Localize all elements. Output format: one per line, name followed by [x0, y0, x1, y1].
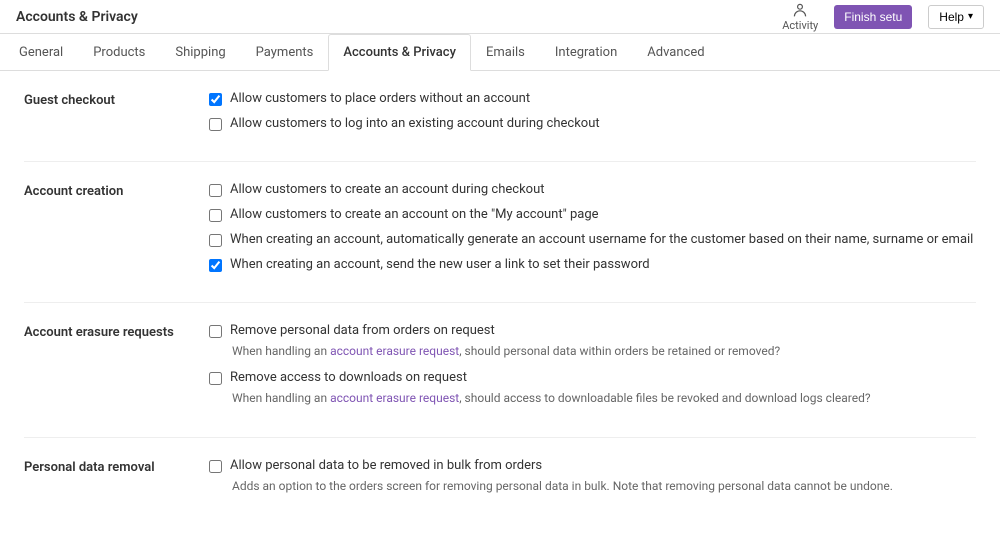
- divider-2: [24, 302, 976, 303]
- guest-checkout-options: Allow customers to place orders without …: [209, 91, 976, 141]
- place-orders-label: Allow customers to place orders without …: [230, 91, 530, 106]
- tabs-bar: General Products Shipping Payments Accou…: [0, 34, 1000, 71]
- guest-checkout-label: Guest checkout: [24, 91, 209, 108]
- tab-emails[interactable]: Emails: [471, 34, 540, 71]
- account-erasure-section: Account erasure requests Remove personal…: [24, 323, 976, 417]
- place-orders-row[interactable]: Allow customers to place orders without …: [209, 91, 976, 106]
- auto-generate-row[interactable]: When creating an account, automatically …: [209, 232, 976, 247]
- remove-downloads-checkbox[interactable]: [209, 372, 222, 385]
- activity-button[interactable]: Activity: [782, 2, 818, 32]
- guest-checkout-section: Guest checkout Allow customers to place …: [24, 91, 976, 141]
- tab-advanced[interactable]: Advanced: [632, 34, 719, 71]
- remove-orders-subtext: When handling an account erasure request…: [209, 344, 976, 358]
- remove-downloads-label: Remove access to downloads on request: [230, 370, 467, 385]
- account-creation-section: Account creation Allow customers to crea…: [24, 182, 976, 282]
- create-checkout-label: Allow customers to create an account dur…: [230, 182, 545, 197]
- auto-generate-label: When creating an account, automatically …: [230, 232, 973, 247]
- send-link-label: When creating an account, send the new u…: [230, 257, 650, 272]
- tab-general[interactable]: General: [4, 34, 78, 71]
- create-my-account-checkbox[interactable]: [209, 209, 222, 222]
- remove-downloads-row[interactable]: Remove access to downloads on request: [209, 370, 976, 385]
- send-link-row[interactable]: When creating an account, send the new u…: [209, 257, 976, 272]
- erasure-request-link-2[interactable]: account erasure request: [330, 391, 459, 405]
- log-into-checkbox[interactable]: [209, 118, 222, 131]
- tab-shipping[interactable]: Shipping: [160, 34, 240, 71]
- help-button[interactable]: Help ▾: [928, 5, 984, 29]
- create-checkout-row[interactable]: Allow customers to create an account dur…: [209, 182, 976, 197]
- log-into-label: Allow customers to log into an existing …: [230, 116, 600, 131]
- erasure-request-link-1[interactable]: account erasure request: [330, 344, 459, 358]
- create-my-account-label: Allow customers to create an account on …: [230, 207, 599, 222]
- account-erasure-label: Account erasure requests: [24, 323, 209, 340]
- finish-setup-button[interactable]: Finish setu: [834, 5, 912, 29]
- remove-orders-checkbox[interactable]: [209, 325, 222, 338]
- account-creation-label: Account creation: [24, 182, 209, 199]
- auto-generate-checkbox[interactable]: [209, 234, 222, 247]
- tab-products[interactable]: Products: [78, 34, 160, 71]
- bulk-remove-checkbox[interactable]: [209, 460, 222, 473]
- tab-payments[interactable]: Payments: [241, 34, 329, 71]
- log-into-row[interactable]: Allow customers to log into an existing …: [209, 116, 976, 131]
- personal-data-options: Allow personal data to be removed in bul…: [209, 458, 976, 493]
- account-erasure-options: Remove personal data from orders on requ…: [209, 323, 976, 417]
- chevron-down-icon: ▾: [968, 11, 973, 22]
- place-orders-checkbox[interactable]: [209, 93, 222, 106]
- tab-accounts-privacy[interactable]: Accounts & Privacy: [328, 34, 471, 71]
- personal-data-label: Personal data removal: [24, 458, 209, 475]
- page-title-top: Accounts & Privacy: [16, 9, 138, 25]
- remove-downloads-subtext: When handling an account erasure request…: [209, 391, 976, 405]
- personal-data-section: Personal data removal Allow personal dat…: [24, 458, 976, 493]
- bulk-remove-subtext: Adds an option to the orders screen for …: [209, 479, 976, 493]
- remove-orders-label: Remove personal data from orders on requ…: [230, 323, 495, 338]
- tab-integration[interactable]: Integration: [540, 34, 632, 71]
- remove-orders-row[interactable]: Remove personal data from orders on requ…: [209, 323, 976, 338]
- account-creation-options: Allow customers to create an account dur…: [209, 182, 976, 282]
- divider-1: [24, 161, 976, 162]
- bulk-remove-row[interactable]: Allow personal data to be removed in bul…: [209, 458, 976, 473]
- divider-3: [24, 437, 976, 438]
- send-link-checkbox[interactable]: [209, 259, 222, 272]
- bulk-remove-label: Allow personal data to be removed in bul…: [230, 458, 542, 473]
- content-area: Guest checkout Allow customers to place …: [0, 71, 1000, 533]
- create-checkout-checkbox[interactable]: [209, 184, 222, 197]
- create-my-account-row[interactable]: Allow customers to create an account on …: [209, 207, 976, 222]
- activity-icon: [792, 2, 808, 18]
